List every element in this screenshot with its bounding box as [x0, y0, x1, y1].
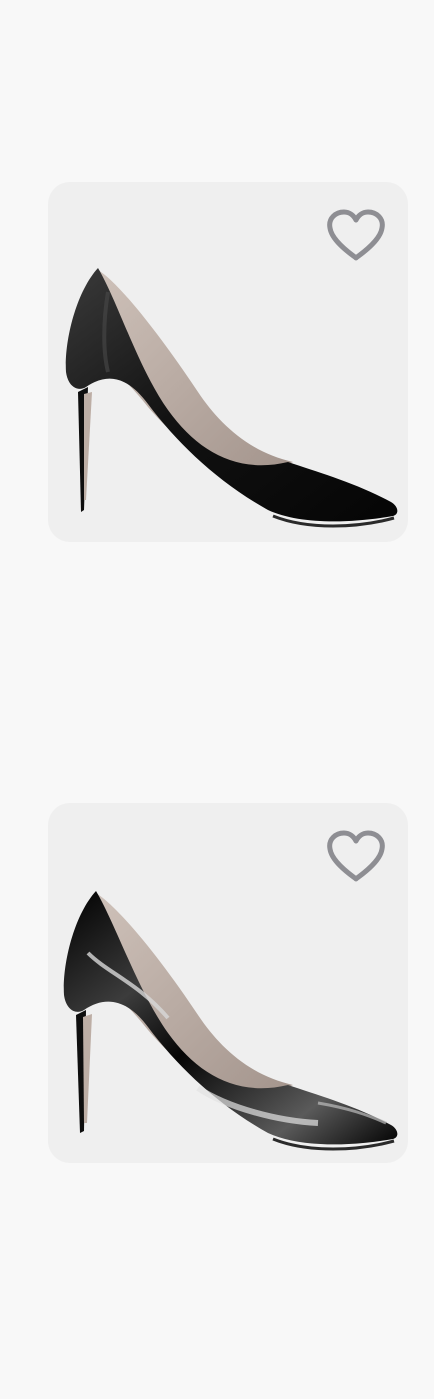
product-card[interactable]	[48, 182, 408, 542]
favorite-button[interactable]	[324, 829, 388, 885]
product-card[interactable]	[48, 803, 408, 1163]
favorite-button[interactable]	[324, 208, 388, 264]
heart-outline-icon	[327, 209, 385, 261]
heart-outline-icon	[327, 830, 385, 882]
